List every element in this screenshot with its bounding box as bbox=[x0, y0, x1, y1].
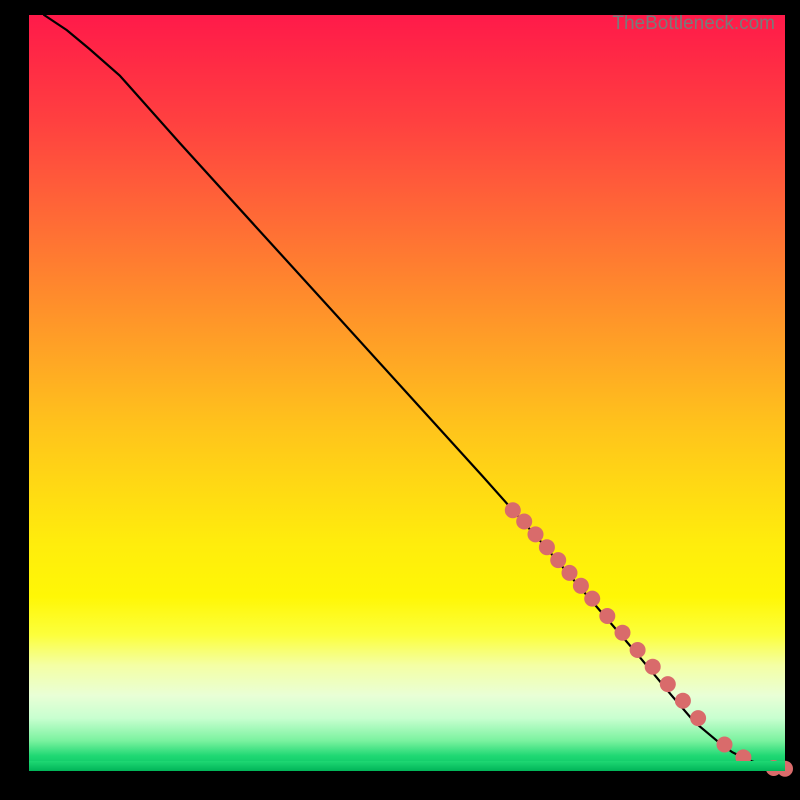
highlighted-dot bbox=[539, 539, 555, 555]
highlighted-dot bbox=[717, 737, 733, 753]
highlighted-dot bbox=[645, 659, 661, 675]
highlighted-dot bbox=[690, 710, 706, 726]
highlighted-dot bbox=[505, 502, 521, 518]
highlighted-dot bbox=[630, 642, 646, 658]
highlighted-dot bbox=[675, 693, 691, 709]
highlighted-dot bbox=[735, 749, 751, 765]
highlighted-dot bbox=[584, 591, 600, 607]
highlighted-dot bbox=[660, 676, 676, 692]
highlighted-dot bbox=[516, 514, 532, 530]
highlighted-dot bbox=[528, 526, 544, 542]
highlighted-dots-group bbox=[505, 502, 793, 777]
chart-svg bbox=[29, 15, 785, 771]
highlighted-dot bbox=[550, 552, 566, 568]
bottleneck-curve-path bbox=[44, 15, 785, 770]
highlighted-dot bbox=[615, 625, 631, 641]
chart-stage: TheBottleneck.com bbox=[0, 0, 800, 800]
highlighted-dot bbox=[562, 565, 578, 581]
plot-area: TheBottleneck.com bbox=[29, 15, 785, 771]
highlighted-dot bbox=[599, 608, 615, 624]
highlighted-dot bbox=[777, 761, 793, 777]
highlighted-dot bbox=[573, 578, 589, 594]
